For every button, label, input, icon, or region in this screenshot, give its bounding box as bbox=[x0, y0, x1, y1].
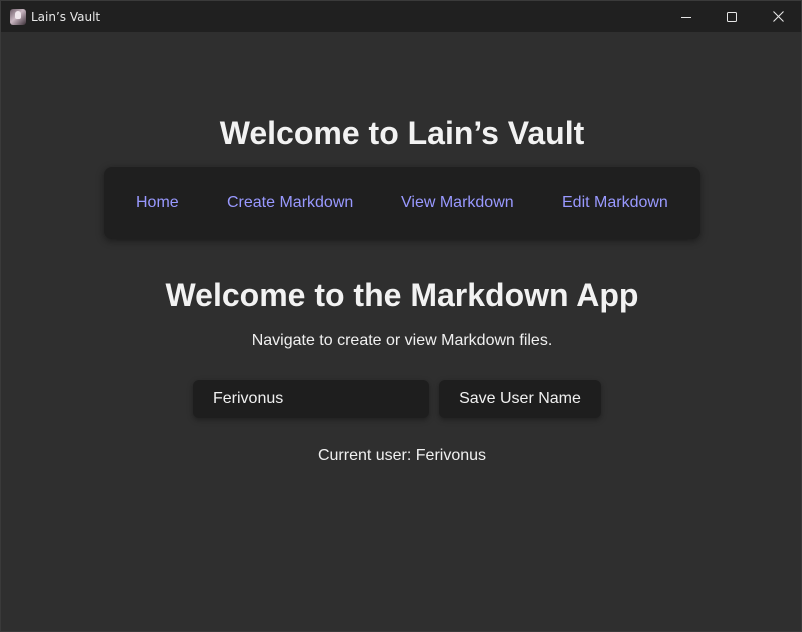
nav-link-edit-markdown[interactable]: Edit Markdown bbox=[562, 193, 668, 213]
close-button[interactable] bbox=[755, 1, 801, 32]
current-user-text: Current user: Ferivonus bbox=[1, 446, 802, 466]
page-title: Welcome to Lain’s Vault bbox=[219, 115, 585, 151]
app-window: Lain’s Vault Welcome to Lain’s Vault Hom… bbox=[0, 0, 802, 632]
close-icon bbox=[772, 11, 784, 22]
maximize-icon bbox=[727, 11, 737, 22]
nav-link-view-markdown[interactable]: View Markdown bbox=[401, 193, 514, 213]
window-title: Lain’s Vault bbox=[31, 9, 101, 24]
section-description: Navigate to create or view Markdown file… bbox=[251, 332, 553, 349]
current-user-value: Ferivonus bbox=[415, 447, 487, 464]
current-user-label: Current user: bbox=[317, 447, 412, 464]
nav-bar: Home Create Markdown View Markdown Edit … bbox=[104, 167, 700, 239]
title-bar[interactable]: Lain’s Vault bbox=[1, 1, 801, 32]
nav-link-create-markdown[interactable]: Create Markdown bbox=[227, 193, 353, 213]
minimize-icon bbox=[681, 16, 691, 18]
lain-avatar-icon bbox=[10, 8, 26, 25]
nav-link-home[interactable]: Home bbox=[136, 193, 179, 213]
user-name-input[interactable] bbox=[193, 380, 429, 418]
minimize-button[interactable] bbox=[663, 1, 709, 32]
section-heading: Welcome to the Markdown App bbox=[165, 277, 639, 313]
save-user-name-button[interactable]: Save User Name bbox=[439, 380, 601, 418]
window-controls bbox=[663, 1, 801, 32]
page-content: Welcome to Lain’s Vault Home Create Mark… bbox=[1, 32, 801, 631]
maximize-button[interactable] bbox=[709, 1, 755, 32]
